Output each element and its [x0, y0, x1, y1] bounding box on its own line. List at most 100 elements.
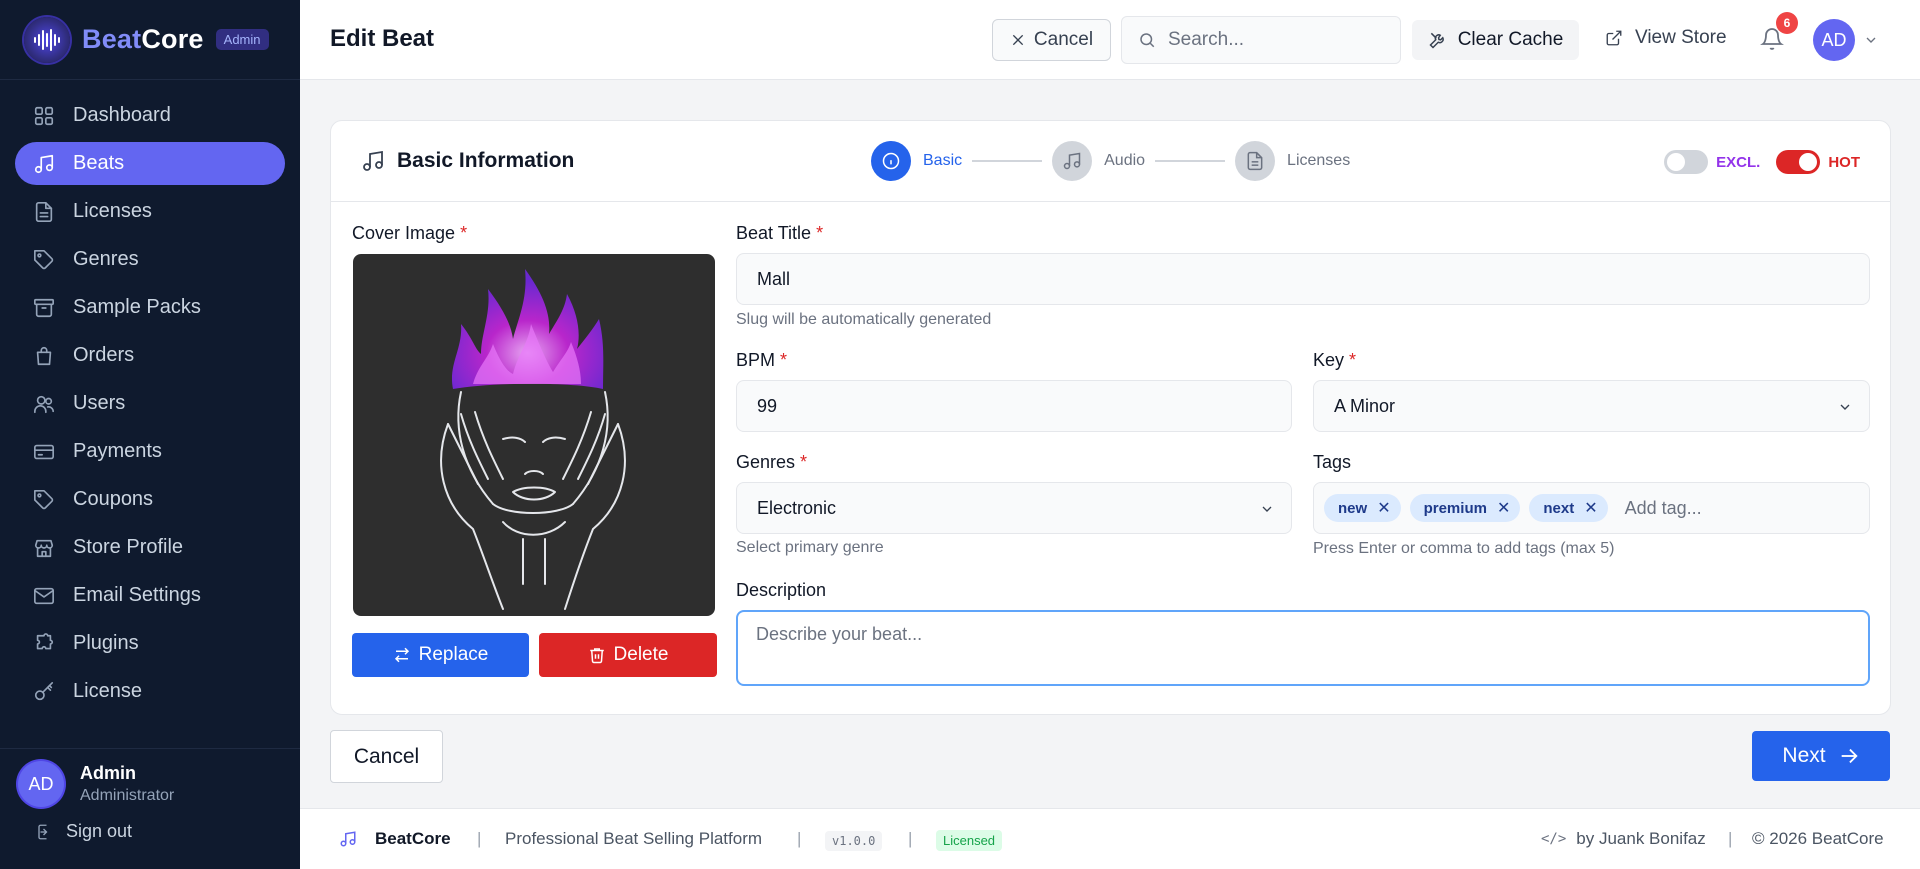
remove-tag-icon[interactable]: ✕ [1584, 498, 1597, 518]
cancel-button-top[interactable]: Cancel [992, 19, 1111, 61]
footer-separator: | [797, 829, 802, 848]
users-icon [34, 395, 54, 413]
chevron-down-icon [1262, 506, 1272, 512]
sidebar-item-label: Genres [73, 248, 139, 270]
hot-toggle[interactable] [1776, 150, 1821, 174]
document-icon [35, 201, 53, 222]
step-basic-circle[interactable] [871, 141, 911, 181]
user-menu-toggle[interactable] [1863, 32, 1879, 48]
info-icon [882, 152, 900, 170]
trash-icon [589, 648, 604, 664]
key-select[interactable]: A Minor [1313, 380, 1870, 432]
sidebar-item-label: Beats [73, 152, 125, 174]
search-icon [1140, 33, 1155, 48]
bpm-label: BPM * [736, 350, 788, 370]
bpm-field[interactable]: 99 [736, 380, 1292, 432]
credit-card-icon [34, 444, 54, 459]
page-title: Edit Beat [330, 25, 435, 52]
sidebar-item-orders[interactable]: Orders [15, 334, 285, 377]
exclusive-toggle[interactable] [1664, 150, 1709, 174]
puzzle-icon [36, 632, 54, 649]
sidebar-item-users[interactable]: Users [15, 382, 285, 425]
footer-separator: | [1728, 829, 1733, 848]
beat-title-field[interactable]: Mall [736, 253, 1870, 305]
sign-out-link[interactable]: Sign out [0, 807, 300, 842]
step-connector [1155, 160, 1226, 162]
sidebar-item-licenses[interactable]: Licenses [15, 190, 285, 233]
exclusive-label: EXCL. [1716, 153, 1761, 171]
cancel-button[interactable]: Cancel [330, 730, 443, 783]
music-note-icon [34, 154, 54, 173]
sidebar-item-label: Users [73, 392, 126, 414]
delete-image-button[interactable]: Delete [539, 633, 717, 677]
step-licenses-label: Licenses [1287, 152, 1351, 169]
step-audio-circle[interactable] [1052, 141, 1093, 181]
brand[interactable]: BeatCore Admin [0, 0, 300, 80]
footer-credit[interactable]: </> by Juank Bonifaz [1541, 829, 1706, 849]
sidebar-item-label: Plugins [73, 632, 139, 654]
sidebar-item-plugins[interactable]: Plugins [15, 622, 285, 665]
mail-icon [34, 587, 54, 604]
search-box[interactable] [1121, 16, 1401, 64]
store-icon [34, 539, 54, 557]
hot-label: HOT [1828, 153, 1860, 171]
user-role: Administrator [80, 787, 175, 804]
sidebar-item-beats[interactable]: Beats [15, 142, 285, 185]
sidebar-item-dashboard[interactable]: Dashboard [15, 94, 285, 137]
genres-select[interactable]: Electronic [736, 482, 1292, 534]
tools-icon [1429, 32, 1444, 49]
sidebar-item-email-settings[interactable]: Email Settings [15, 574, 285, 617]
search-input[interactable] [1168, 29, 1388, 51]
sidebar-item-label: License [73, 680, 142, 702]
tags-field[interactable]: new ✕ premium ✕ next ✕ Add tag... [1313, 482, 1870, 534]
genres-label: Genres * [736, 452, 808, 472]
sidebar-footer: AD Admin Administrator Sign out [0, 748, 300, 869]
description-label: Description [736, 580, 827, 600]
header-avatar[interactable]: AD [1813, 19, 1855, 61]
sidebar-item-label: Orders [73, 344, 135, 366]
remove-tag-icon[interactable]: ✕ [1497, 498, 1510, 518]
chevron-down-icon [1840, 404, 1850, 410]
avatar: AD [18, 761, 64, 807]
admin-badge: Admin [215, 29, 269, 50]
sidebar-item-genres[interactable]: Genres [15, 238, 285, 281]
license-status-badge: Licensed [936, 830, 1003, 851]
brand-name: BeatCore [82, 24, 204, 54]
sidebar-item-sample-packs[interactable]: Sample Packs [15, 286, 285, 329]
toggle-knob [1667, 153, 1686, 171]
sidebar-item-payments[interactable]: Payments [15, 430, 285, 473]
footer-separator: | [908, 829, 913, 848]
sidebar-item-label: Store Profile [73, 536, 184, 558]
footer-brand: BeatCore [339, 829, 451, 849]
sidebar-item-store-profile[interactable]: Store Profile [15, 526, 285, 569]
sidebar-item-license[interactable]: License [15, 670, 285, 713]
add-tag-input[interactable]: Add tag... [1625, 498, 1702, 519]
description-field[interactable] [736, 610, 1870, 686]
view-store-link[interactable]: View Store [1605, 27, 1727, 49]
cover-image[interactable] [353, 254, 715, 616]
toggle-knob [1799, 153, 1818, 171]
remove-tag-icon[interactable]: ✕ [1377, 498, 1390, 518]
replace-image-button[interactable]: Replace [352, 633, 529, 677]
sidebar-nav: Dashboard Beats Licenses Genres Sample P… [0, 80, 300, 713]
description-textarea[interactable] [738, 612, 1868, 684]
beat-flags: EXCL. HOT [1664, 150, 1860, 174]
sidebar-item-coupons[interactable]: Coupons [15, 478, 285, 521]
close-icon [1012, 34, 1024, 46]
code-icon: </> [1541, 831, 1567, 847]
slug-hint: Slug will be automatically generated [736, 311, 992, 328]
sidebar-user[interactable]: AD Admin Administrator [0, 749, 300, 807]
clear-cache-button[interactable]: Clear Cache [1412, 20, 1579, 60]
notification-count-badge: 6 [1776, 12, 1798, 34]
tag-chip: next ✕ [1529, 494, 1608, 522]
external-link-icon [1606, 30, 1622, 46]
swap-icon [394, 647, 409, 663]
key-icon [34, 681, 54, 700]
step-licenses-circle[interactable] [1235, 141, 1276, 181]
sidebar-item-label: Licenses [73, 200, 152, 222]
sidebar-item-label: Payments [73, 440, 162, 462]
card-header: Basic Information Basic Audio Licenses E… [331, 121, 1890, 202]
top-header: Edit Beat Cancel Clear Cache View Store … [300, 0, 1920, 80]
sign-out-icon [38, 824, 48, 839]
next-button[interactable]: Next [1752, 731, 1890, 781]
